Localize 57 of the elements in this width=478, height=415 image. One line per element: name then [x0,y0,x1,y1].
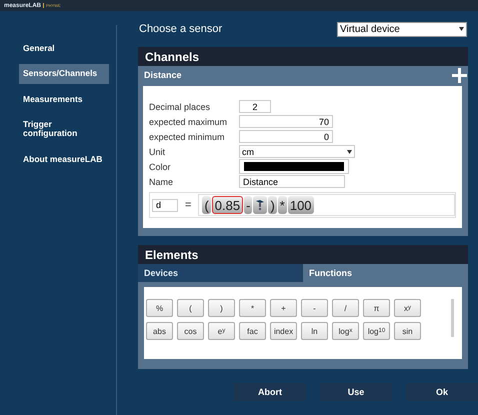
function-key[interactable]: / [332,299,359,317]
field-label: Unit [149,146,166,156]
caret-icon [459,27,464,31]
function-key[interactable]: abs [146,322,173,340]
function-key[interactable]: ( [177,299,204,317]
function-key[interactable]: fac [239,322,266,340]
formula-token[interactable]: * [278,196,287,214]
formula-token[interactable] [253,196,268,214]
sensor-select[interactable]: Virtual device [337,22,467,36]
formula-token[interactable]: 0.85 [212,196,244,214]
dialog-button[interactable]: Use [320,383,392,401]
panel-title: Channels [138,47,468,66]
sensor-icon [255,199,266,211]
equals-sign: = [185,199,192,211]
dialog-button[interactable]: Abort [234,383,306,401]
function-key[interactable]: - [301,299,328,317]
formula-token[interactable]: 100 [288,196,314,214]
field-label: Name [149,176,174,186]
function-key[interactable]: e$^{y}$ [208,322,235,340]
sidebar-item[interactable]: Sensors/Channels [19,64,109,84]
function-key[interactable]: ) [208,299,235,317]
dialog-button[interactable]: Ok [406,383,478,401]
formula-token[interactable]: ( [202,196,211,214]
formula-token[interactable]: - [244,196,252,214]
input-field[interactable]: 2 [239,100,271,113]
field-label: expected minimum [149,132,226,142]
sidebar-item[interactable]: About measureLAB [19,150,109,170]
caret-icon [347,150,352,154]
sidebar-item[interactable]: General [19,39,109,58]
plus-icon[interactable] [452,68,467,82]
function-key[interactable]: index [270,322,297,340]
function-key[interactable]: ln [301,322,328,340]
sidebar-item[interactable]: Trigger configuration [19,115,109,144]
sensor-label: Choose a sensor [139,23,222,35]
field-label: Color [149,162,172,172]
input-field[interactable]: 70 [239,115,333,128]
unit-select[interactable]: cm [239,145,355,158]
input-field[interactable]: 0 [239,130,333,143]
tab[interactable]: Devices [138,264,303,282]
scrollbar[interactable] [451,299,454,337]
function-key[interactable]: * [239,299,266,317]
field-label: Decimal places [149,102,212,112]
function-key[interactable]: x$^{y}$ [394,299,421,317]
formula-field[interactable]: ( 0.85 - ) * 100 [198,194,455,216]
color-field[interactable] [239,159,349,174]
sidebar-item[interactable]: Measurements [19,90,109,110]
function-key[interactable]: + [270,299,297,317]
channel-title: Distance [144,70,182,80]
formula-token[interactable]: ) [268,196,277,214]
function-key[interactable]: sin [394,322,421,340]
function-key[interactable]: cos [177,322,204,340]
variable-field[interactable]: d [152,198,178,212]
input-field[interactable]: Distance [239,175,345,188]
function-key[interactable]: π [363,299,390,317]
panel-title: Elements [138,245,468,264]
field-label: expected maximum [149,116,228,126]
function-key[interactable]: % [146,299,173,317]
